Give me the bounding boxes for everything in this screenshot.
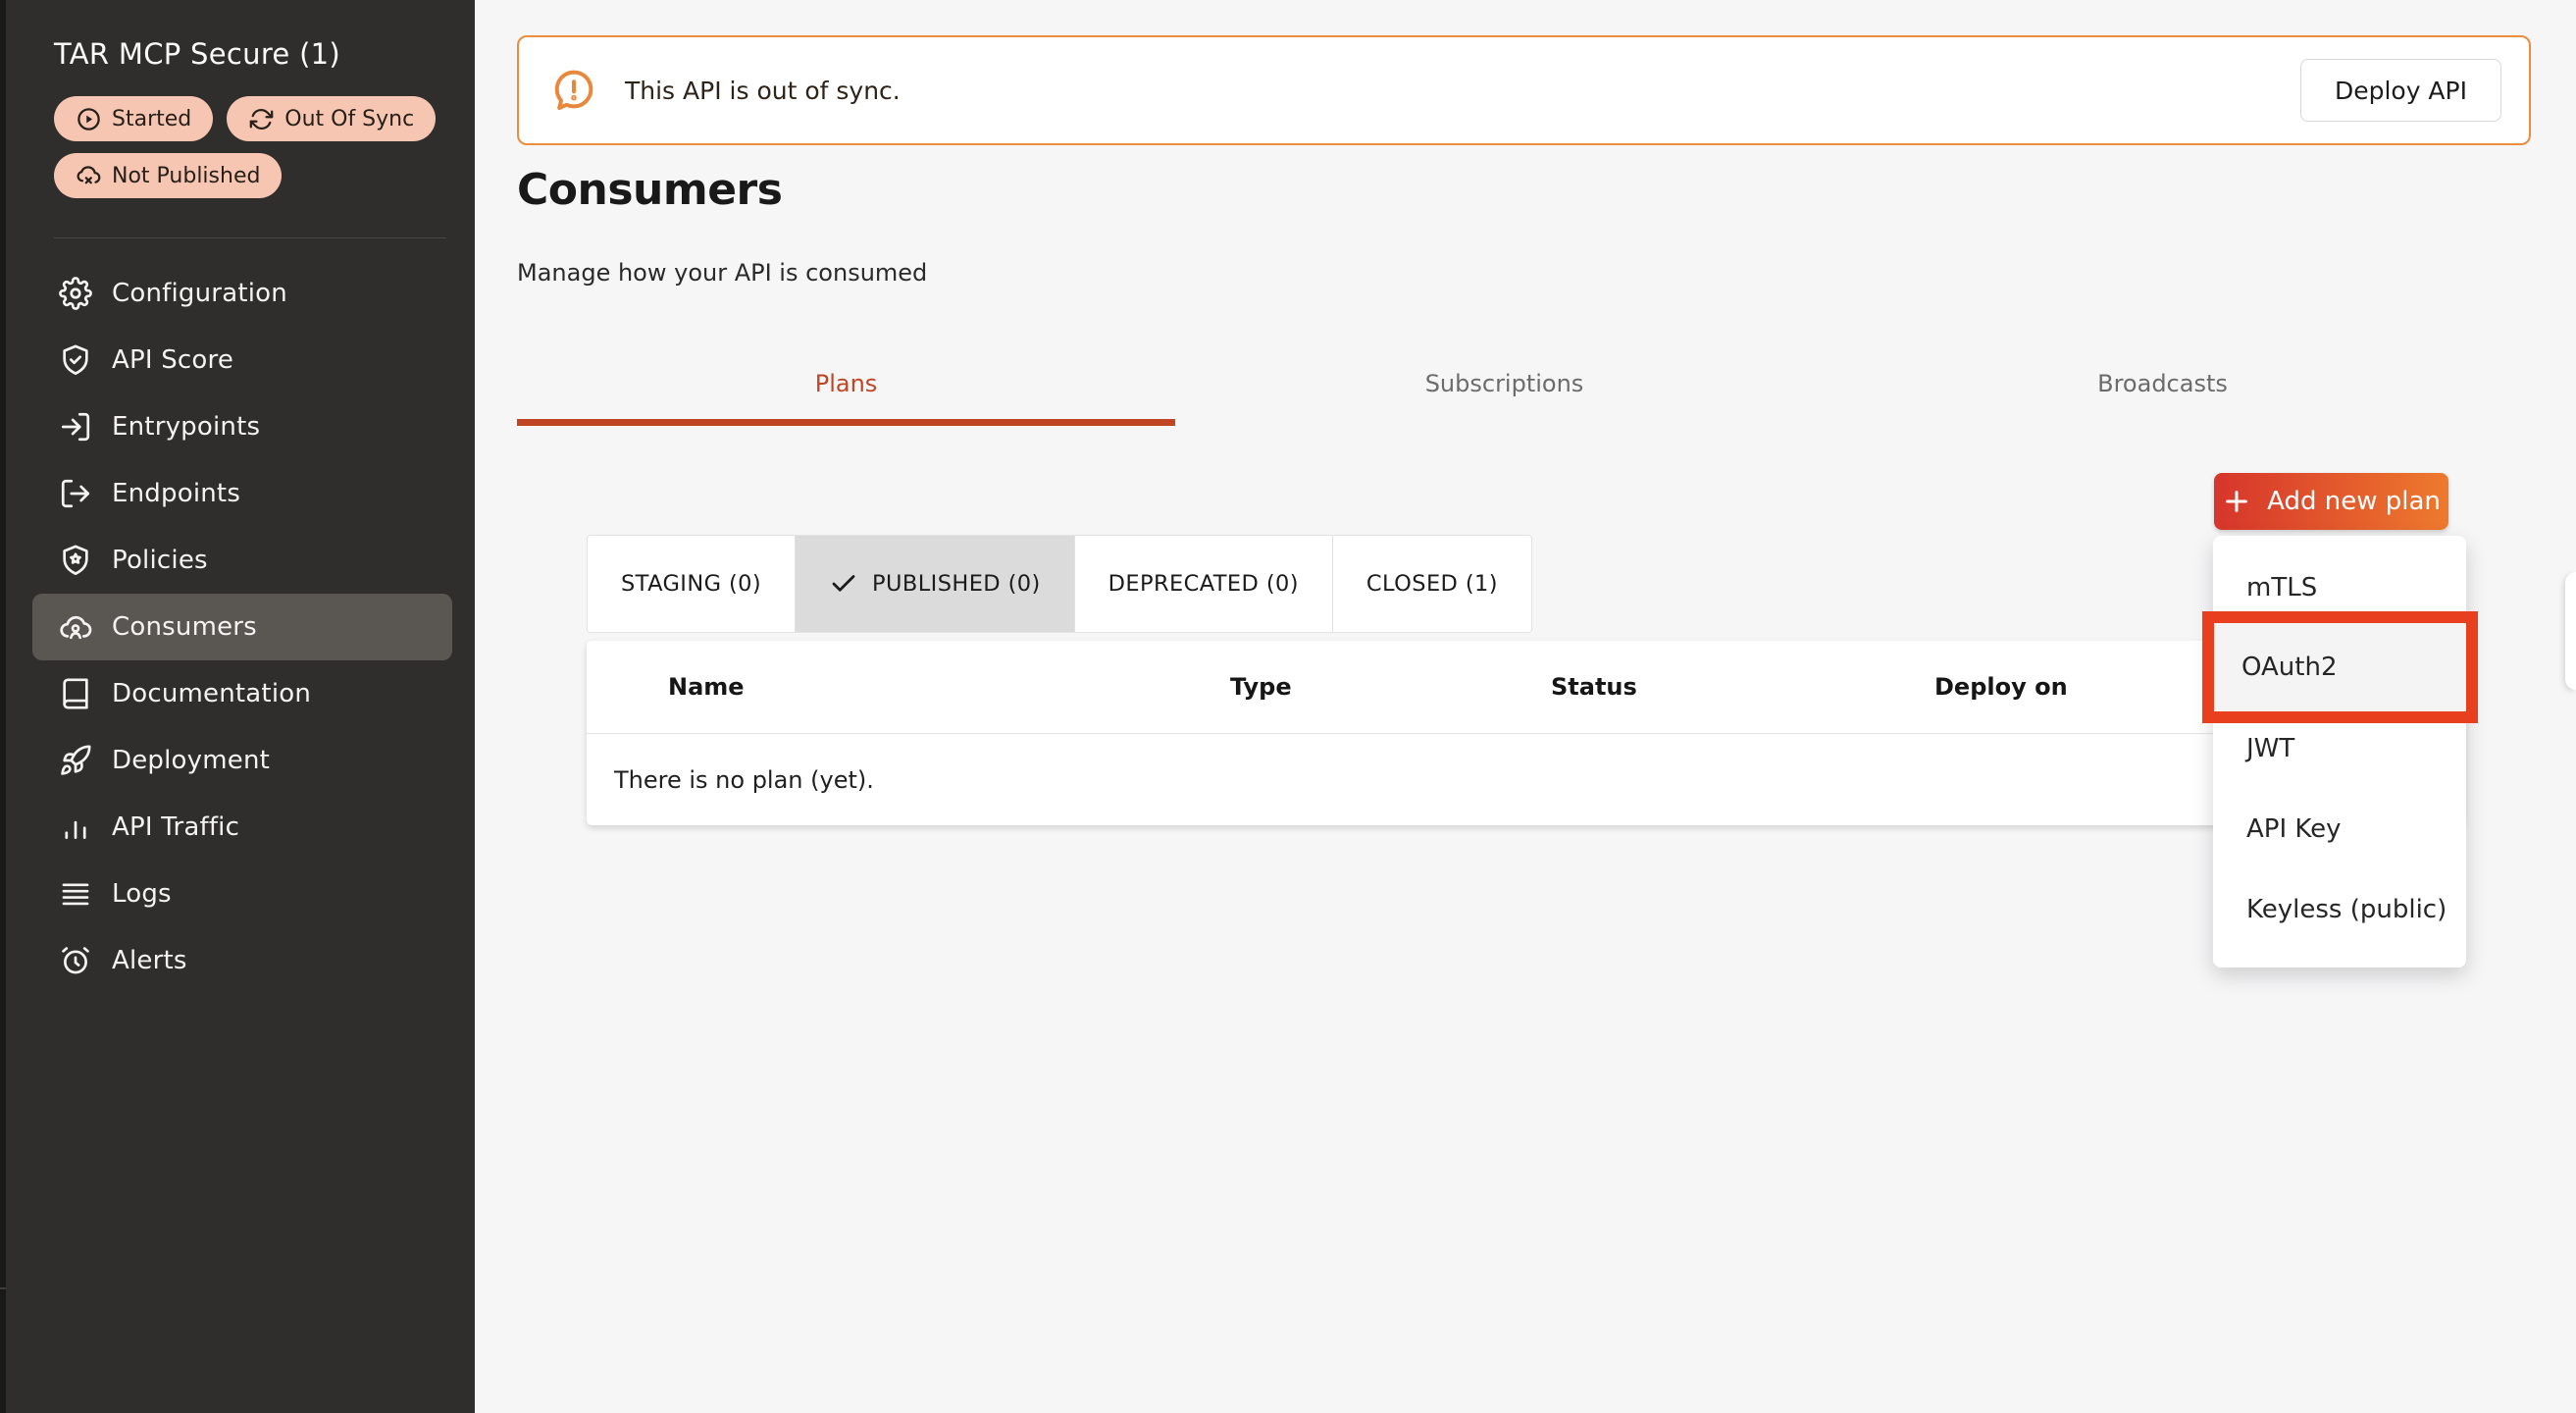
menu-item-api-key[interactable]: API Key — [2213, 789, 2466, 869]
sidebar-item-deployment[interactable]: Deployment — [32, 727, 452, 794]
filter-closed[interactable]: CLOSED (1) — [1332, 536, 1531, 632]
add-new-plan-label: Add new plan — [2267, 487, 2441, 516]
tab-broadcasts[interactable]: Broadcasts — [1833, 345, 2492, 422]
filter-staging[interactable]: STAGING (0) — [588, 536, 795, 632]
sidebar-item-api-traffic[interactable]: API Traffic — [32, 794, 452, 861]
cloud-x-icon — [76, 163, 102, 189]
table-header-row: Name Type Status Deploy on — [587, 641, 2464, 734]
status-badge-not-published: Not Published — [54, 153, 282, 198]
book-icon — [59, 677, 92, 710]
plan-status-filter-group: STAGING (0) PUBLISHED (0) DEPRECATED (0)… — [587, 535, 1532, 633]
sidebar-item-label: API Traffic — [112, 812, 239, 842]
filter-label: DEPRECATED (0) — [1108, 571, 1299, 597]
sidebar-item-consumers[interactable]: Consumers — [32, 594, 452, 660]
filter-label: CLOSED (1) — [1366, 571, 1498, 597]
plans-table: Name Type Status Deploy on There is no p… — [587, 641, 2464, 825]
sidebar-item-label: API Score — [112, 345, 233, 375]
out-of-sync-banner: This API is out of sync. Deploy API — [517, 35, 2531, 145]
sidebar-item-label: Logs — [112, 879, 172, 909]
sidebar-item-label: Configuration — [112, 279, 287, 308]
sync-icon — [248, 106, 275, 132]
bar-chart-icon — [59, 811, 92, 844]
filter-label: PUBLISHED (0) — [872, 571, 1041, 597]
menu-item-oauth2-anchor: OAuth2 — [2213, 628, 2466, 708]
menu-item-keyless[interactable]: Keyless (public) — [2213, 869, 2466, 950]
main-content: This API is out of sync. Deploy API Cons… — [475, 0, 2576, 1413]
page-title: Consumers — [517, 165, 782, 215]
sidebar-item-alerts[interactable]: Alerts — [32, 927, 452, 994]
add-new-plan-button[interactable]: Add new plan — [2214, 473, 2448, 530]
play-circle-icon — [76, 106, 102, 132]
app-screen: TAR MCP Secure (1) Started Out Of Sync N… — [0, 0, 2576, 1413]
alarm-clock-icon — [59, 944, 92, 977]
banner-message: This API is out of sync. — [625, 77, 901, 105]
column-header-name: Name — [587, 673, 1230, 701]
sidebar-item-label: Deployment — [112, 746, 270, 775]
warning-bubble-icon — [550, 67, 597, 114]
filter-label: STAGING (0) — [621, 571, 761, 597]
status-badge-out-of-sync: Out Of Sync — [227, 96, 436, 141]
sidebar-item-label: Entrypoints — [112, 412, 260, 442]
plan-type-menu: mTLS OAuth2 JWT API Key Keyless (public) — [2213, 536, 2466, 968]
status-badge-label: Started — [112, 107, 191, 131]
sidebar-item-configuration[interactable]: Configuration — [32, 260, 452, 327]
filter-published[interactable]: PUBLISHED (0) — [795, 536, 1074, 632]
menu-lines-icon — [59, 877, 92, 911]
shield-check-icon — [59, 343, 92, 377]
sidebar-item-label: Endpoints — [112, 479, 240, 508]
plus-icon — [2222, 487, 2251, 516]
sidebar-item-logs[interactable]: Logs — [32, 861, 452, 927]
consumers-tabs: Plans Subscriptions Broadcasts — [517, 345, 2492, 422]
page-subtitle: Manage how your API is consumed — [517, 259, 927, 287]
filter-deprecated[interactable]: DEPRECATED (0) — [1074, 536, 1332, 632]
sidebar-item-api-score[interactable]: API Score — [32, 327, 452, 393]
rail-divider — [0, 1287, 6, 1289]
gear-icon — [59, 277, 92, 310]
sidebar-item-label: Policies — [112, 546, 208, 575]
sidebar-nav: Configuration API Score Entrypoints Endp… — [6, 260, 475, 994]
log-out-icon — [59, 477, 92, 510]
shield-star-icon — [59, 544, 92, 577]
deploy-api-button[interactable]: Deploy API — [2300, 59, 2501, 122]
sidebar-item-label: Documentation — [112, 679, 311, 708]
status-badge-label: Not Published — [112, 164, 260, 188]
tab-plans[interactable]: Plans — [517, 345, 1175, 422]
sidebar-divider — [54, 237, 446, 238]
empty-message: There is no plan (yet). — [614, 766, 874, 794]
column-header-status: Status — [1551, 673, 1934, 701]
sidebar-item-label: Alerts — [112, 946, 187, 975]
check-icon — [829, 569, 858, 599]
status-badge-started: Started — [54, 96, 213, 141]
sidebar-item-entrypoints[interactable]: Entrypoints — [32, 393, 452, 460]
sidebar-item-label: Consumers — [112, 612, 257, 642]
sidebar-item-policies[interactable]: Policies — [32, 527, 452, 594]
right-edge-panel-sliver — [2565, 572, 2576, 690]
status-badge-label: Out Of Sync — [284, 107, 414, 131]
cloud-user-icon — [59, 610, 92, 644]
api-status-badges: Started Out Of Sync Not Published — [54, 96, 455, 198]
table-empty-row: There is no plan (yet). — [587, 734, 2464, 825]
column-header-type: Type — [1230, 673, 1551, 701]
log-in-icon — [59, 410, 92, 444]
menu-item-oauth2-highlighted[interactable]: OAuth2 — [2202, 611, 2478, 723]
api-title: TAR MCP Secure (1) — [54, 37, 475, 71]
sidebar-item-documentation[interactable]: Documentation — [32, 660, 452, 727]
sidebar-item-endpoints[interactable]: Endpoints — [32, 460, 452, 527]
rocket-icon — [59, 744, 92, 777]
tab-subscriptions[interactable]: Subscriptions — [1175, 345, 1833, 422]
sidebar: TAR MCP Secure (1) Started Out Of Sync N… — [0, 0, 475, 1413]
